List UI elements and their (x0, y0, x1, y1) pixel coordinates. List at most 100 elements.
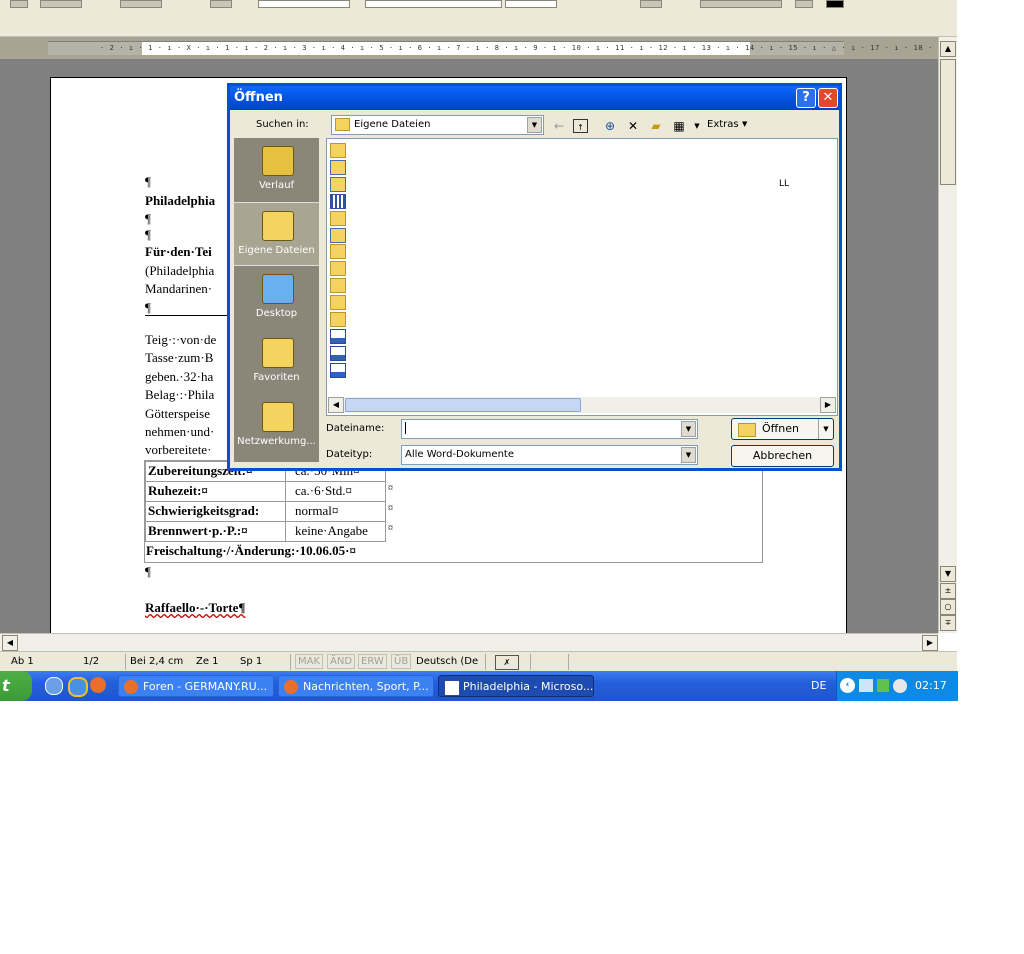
folder-icon[interactable] (330, 176, 346, 192)
tray-connection-icon[interactable] (877, 679, 889, 692)
look-in-combo[interactable]: Eigene Dateien ▼ (331, 115, 544, 135)
status-language[interactable]: Deutsch (De (416, 656, 478, 667)
place-my-documents[interactable]: Eigene Dateien (234, 202, 319, 266)
table-footer-row: Freischaltung·/·Änderung:·10.06.05·¤ (146, 543, 356, 558)
place-label: Desktop (255, 308, 298, 319)
font-combo[interactable] (365, 0, 502, 8)
scroll-up-button[interactable]: ▲ (940, 41, 956, 57)
file-list-hscrollbar[interactable]: ◀ ▶ (328, 397, 836, 413)
extras-menu[interactable]: Extras (707, 119, 739, 130)
filename-input[interactable]: ▼ (401, 419, 698, 439)
folder-icon[interactable] (330, 210, 346, 226)
word-document-icon[interactable] (330, 345, 346, 361)
toolbar-button[interactable] (40, 0, 82, 8)
toolbar-button[interactable] (120, 0, 162, 8)
filetype-dropdown-icon[interactable]: ▼ (681, 447, 696, 463)
status-mak[interactable]: MAK (295, 654, 324, 669)
folder-icon[interactable] (330, 227, 346, 243)
filetype-select[interactable]: Alle Word-Dokumente ▼ (401, 445, 698, 465)
tray-network-icon[interactable] (859, 679, 873, 692)
document-line: ¶ (145, 300, 151, 315)
quicklaunch-ie-icon[interactable] (68, 677, 88, 697)
toolbar-button[interactable] (210, 0, 232, 8)
dialog-title-bar[interactable]: Öffnen ? ✕ (230, 86, 839, 110)
views-dropdown-icon[interactable]: ▼ (689, 118, 705, 134)
recipe-info-table[interactable]: Zubereitungszeit:¤ca.·30·Min¤¤Ruhezeit:¤… (144, 460, 763, 563)
file-scroll-left-button[interactable]: ◀ (328, 397, 344, 413)
folder-icon[interactable] (330, 143, 346, 158)
folder-icon[interactable] (330, 244, 346, 260)
status-erw[interactable]: ERW (358, 654, 387, 669)
browse-object-button[interactable]: ○ (940, 599, 956, 615)
spellcheck-status-icon[interactable]: ✗ (495, 655, 519, 670)
place-label: Favoriten (253, 372, 300, 383)
open-file-dialog[interactable]: Öffnen ? ✕ Suchen in: Eigene Dateien ▼ ←… (227, 83, 842, 471)
quicklaunch-desktop-icon[interactable] (45, 677, 63, 695)
extras-chevron-icon[interactable]: ▼ (742, 120, 747, 128)
folder-icon[interactable] (330, 312, 346, 327)
status-and[interactable]: ÄND (327, 654, 356, 669)
scroll-thumb[interactable] (940, 59, 956, 185)
font-color-button[interactable] (826, 0, 844, 8)
file-list[interactable]: LL ◀ ▶ (326, 138, 838, 416)
taskbar: t Foren - GERMANY.RU... Nachrichten, Spor… (0, 671, 958, 701)
open-options-chevron-icon[interactable]: ▼ (818, 419, 833, 439)
filename-dropdown-icon[interactable]: ▼ (681, 421, 696, 437)
language-indicator[interactable]: DE (811, 679, 826, 692)
scroll-down-button[interactable]: ▼ (940, 566, 956, 582)
folder-icon[interactable] (330, 261, 346, 277)
taskbar-item[interactable]: Philadelphia - Microso... (438, 675, 594, 697)
firefox-icon (284, 680, 298, 694)
tray-expand-icon[interactable]: ‹ (840, 678, 855, 693)
document-line: Philadelphia (145, 193, 216, 208)
tray-app-icon[interactable] (893, 679, 907, 693)
taskbar-item[interactable]: Foren - GERMANY.RU... (118, 675, 274, 697)
views-icon[interactable]: ▦ (671, 118, 687, 134)
word-document-icon[interactable] (330, 328, 346, 344)
style-combo[interactable] (258, 0, 350, 8)
vertical-scrollbar[interactable]: ▲ ▼ ± ○ ∓ (938, 37, 957, 633)
word-document-icon[interactable] (330, 362, 346, 378)
status-ub[interactable]: ÜB (391, 654, 412, 669)
toolbar-button[interactable] (700, 0, 782, 8)
search-web-icon[interactable]: ⊕ (602, 118, 618, 134)
back-icon[interactable]: ← (551, 118, 567, 134)
clock[interactable]: 02:17 (915, 679, 947, 692)
scroll-left-button[interactable]: ◀ (2, 635, 18, 651)
document-line: geben.·32·ha (145, 369, 214, 384)
cancel-button[interactable]: Abbrechen (731, 445, 834, 467)
table-row-end: ¤ (388, 523, 393, 534)
chevron-down-icon[interactable]: ▼ (527, 117, 542, 133)
folder-icon[interactable] (330, 295, 346, 311)
file-scroll-thumb[interactable] (345, 398, 581, 412)
close-button[interactable]: ✕ (818, 88, 838, 108)
folder-icon[interactable] (330, 159, 346, 175)
toolbar-button[interactable] (795, 0, 813, 8)
place-history[interactable]: Verlauf (234, 138, 319, 200)
document-line: Belag·:·Phila (145, 387, 215, 402)
start-button[interactable]: t (0, 671, 32, 701)
size-combo[interactable] (505, 0, 557, 8)
help-button[interactable]: ? (796, 88, 816, 108)
taskbar-item[interactable]: Nachrichten, Sport, P... (278, 675, 434, 697)
horizontal-ruler[interactable]: · 2 · ı · 1 · ı · X · ı · 1 · ı · 2 · ı … (0, 37, 938, 59)
place-label: Verlauf (258, 180, 295, 191)
previous-page-button[interactable]: ± (940, 583, 956, 599)
folder-icon[interactable] (330, 278, 346, 294)
place-favorites[interactable]: Favoriten (234, 330, 319, 392)
toolbar-button[interactable] (10, 0, 28, 8)
quicklaunch-firefox-icon[interactable] (90, 677, 106, 693)
status-column: Sp 1 (240, 656, 263, 667)
new-folder-icon[interactable]: ▰ (648, 118, 664, 134)
file-scroll-right-button[interactable]: ▶ (820, 397, 836, 413)
folder-icon[interactable] (330, 193, 346, 209)
next-page-button[interactable]: ∓ (940, 615, 956, 631)
scroll-right-button[interactable]: ▶ (922, 635, 938, 651)
up-folder-icon[interactable]: ↑ (573, 119, 588, 133)
open-button[interactable]: Öffnen ▼ (731, 418, 834, 440)
delete-icon[interactable]: ✕ (625, 118, 641, 134)
place-desktop[interactable]: Desktop (234, 266, 319, 328)
place-network[interactable]: Netzwerkumg... (234, 394, 319, 456)
toolbar-button[interactable] (640, 0, 662, 8)
horizontal-scrollbar[interactable]: ◀ ▶ (0, 633, 938, 651)
